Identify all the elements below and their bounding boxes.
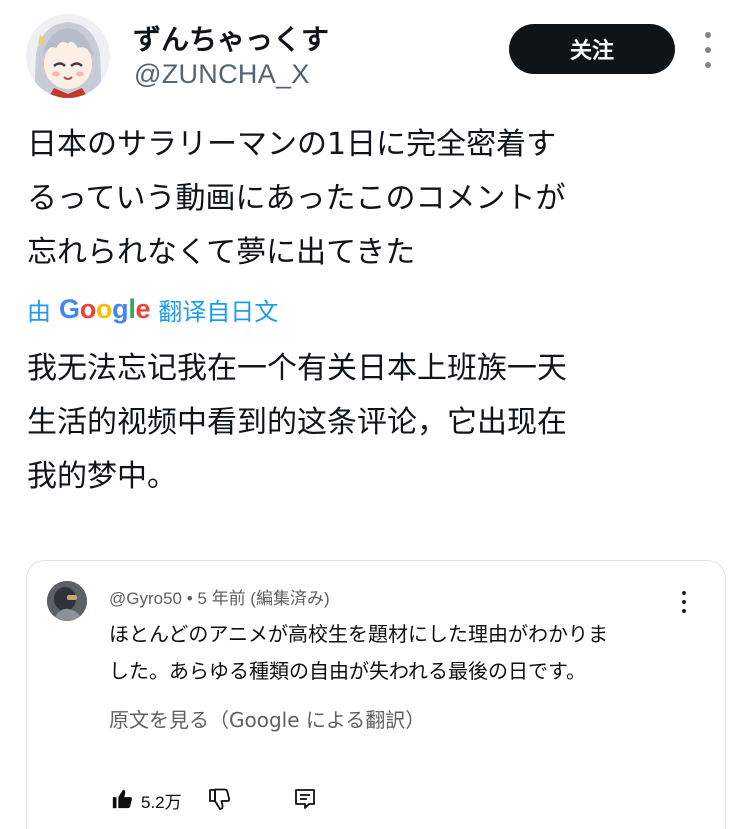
user-avatar[interactable] xyxy=(26,14,110,98)
comment-reply-icon[interactable] xyxy=(293,787,317,811)
embedded-comment-card: @Gyro50 • 5 年前 (編集済み) ほとんどのアニメが高校生を題材にした… xyxy=(26,560,726,829)
display-name[interactable]: ずんちゃっくす xyxy=(133,18,329,58)
comment-line: ほとんどのアニメが高校生を題材にした理由がわかりま xyxy=(109,622,608,646)
tweet-line: るっていう動画にあったこのコメントが xyxy=(27,181,566,216)
tweet-text: 日本のサラリーマンの1日に完全密着す るっていう動画にあったこのコメントが 忘れ… xyxy=(27,118,727,280)
thumbs-down-icon[interactable] xyxy=(207,786,231,812)
comment-meta: @Gyro50 • 5 年前 (編集済み) xyxy=(109,589,330,608)
google-logo: Google xyxy=(59,293,151,324)
translated-text: 我无法忘记我在一个有关日本上班族一天 生活的视频中看到的这条评论，它出现在 我的… xyxy=(27,342,732,504)
translated-line: 我无法忘记我在一个有关日本上班族一天 xyxy=(27,351,567,386)
tweet-line: 忘れられなくて夢に出てきた xyxy=(27,235,416,270)
user-handle[interactable]: @ZUNCHA_X xyxy=(134,59,310,90)
translated-line: 我的梦中。 xyxy=(27,459,177,494)
avatar-image xyxy=(26,14,110,98)
comment-more-icon[interactable] xyxy=(679,591,689,613)
like-count: 5.2万 xyxy=(141,793,182,812)
commenter-avatar-image xyxy=(47,581,87,621)
translated-by-label[interactable]: 由 Google 翻译自日文 xyxy=(27,291,278,327)
translated-line: 生活的视频中看到的这条评论，它出现在 xyxy=(27,405,567,440)
tweet-line: 日本のサラリーマンの1日に完全密着す xyxy=(27,127,557,162)
see-original-link[interactable]: 原文を見る（Google による翻訳） xyxy=(109,704,425,733)
follow-button[interactable]: 关注 xyxy=(509,24,675,74)
thumbs-up-icon[interactable] xyxy=(111,788,133,810)
comment-line: した。あらゆる種類の自由が失われる最後の日です。 xyxy=(109,659,586,683)
translated-by-suffix: 翻译自日文 xyxy=(158,297,279,326)
comment-text: ほとんどのアニメが高校生を題材にした理由がわかりま した。あらゆる種類の自由が失… xyxy=(109,616,608,690)
commenter-avatar[interactable] xyxy=(47,581,87,621)
more-vertical-icon[interactable] xyxy=(700,32,716,68)
translated-by-prefix: 由 xyxy=(27,297,51,326)
